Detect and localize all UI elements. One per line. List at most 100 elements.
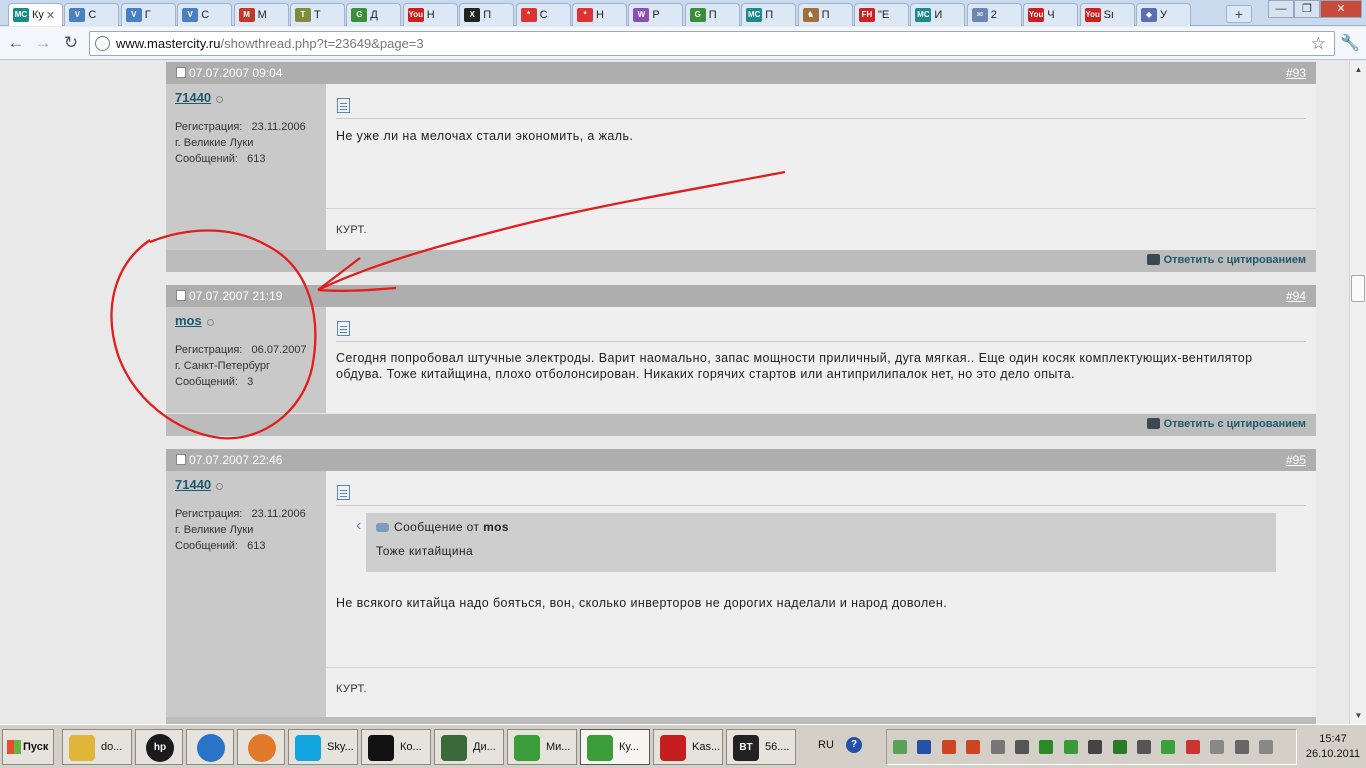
scroll-down-icon[interactable]: ▼	[1351, 708, 1366, 723]
taskbar-button-hp[interactable]: hp	[135, 729, 183, 765]
tab-10[interactable]: * Н	[572, 3, 627, 26]
post-number-link[interactable]: #95	[1286, 449, 1306, 471]
tab-favicon-icon: *	[520, 8, 537, 22]
tray-icon-13[interactable]	[1210, 740, 1225, 754]
tab-favicon-icon: V	[125, 8, 142, 22]
tray-icon-10[interactable]	[1137, 740, 1151, 754]
start-button[interactable]: Пуск	[2, 729, 54, 765]
tab-0[interactable]: MC Ку ✕	[8, 3, 63, 26]
tab-9[interactable]: * С	[515, 3, 571, 26]
tray-icon-6[interactable]	[1039, 740, 1054, 754]
maximize-button[interactable]: ❐	[1294, 0, 1320, 18]
user-info: 71440 Регистрация: 23.11.2006 г. Великие…	[166, 84, 326, 250]
help-icon[interactable]: ?	[846, 737, 862, 753]
taskbar-button-skype[interactable]: Sky...	[288, 729, 358, 765]
tab-3[interactable]: VС	[177, 3, 233, 26]
scroll-thumb[interactable]	[1351, 275, 1365, 302]
tray-icon-4[interactable]	[990, 740, 1005, 754]
tab-11[interactable]: WР	[628, 3, 684, 26]
tray-icon-14[interactable]	[1234, 740, 1249, 754]
tab-13[interactable]: MC П	[741, 3, 797, 26]
address-bar[interactable]: ◌ www.mastercity.ru/showthread.php?t=236…	[89, 31, 1335, 56]
tab-8[interactable]: XП	[459, 3, 515, 26]
tray-icon-1[interactable]	[917, 740, 932, 754]
tray-icon-2[interactable]	[941, 740, 956, 754]
tray-icon-3[interactable]	[966, 740, 981, 754]
reply-with-quote-button[interactable]: Ответить с цитированием	[1146, 417, 1306, 430]
tab-19[interactable]: You Sı	[1079, 3, 1135, 26]
wrench-icon[interactable]: 🔧	[1340, 33, 1360, 53]
post-status-icon	[176, 454, 186, 466]
close-window-button[interactable]: ✕	[1320, 0, 1362, 18]
minimize-button[interactable]: —	[1268, 0, 1294, 18]
msgs-label: Сообщений:	[175, 376, 238, 388]
taskbar-button-monitor[interactable]: Ди...	[434, 729, 504, 765]
post-header: 07.07.2007 22:46 #95	[166, 449, 1316, 471]
tab-15[interactable]: FH "Е	[854, 3, 909, 26]
clock-time: 15:47	[1319, 733, 1347, 745]
tab-title: Н	[426, 9, 435, 21]
taskbar-button-cmd[interactable]: Ко...	[361, 729, 431, 765]
language-indicator[interactable]: RU	[818, 739, 834, 751]
post-header: 07.07.2007 21:19 #94	[166, 285, 1316, 307]
tab-20[interactable]: ◆ У	[1136, 3, 1191, 26]
tab-14[interactable]: ♞ П	[797, 3, 853, 26]
tray-icon-5[interactable]	[1015, 740, 1029, 754]
tab-7[interactable]: You Н	[402, 3, 458, 26]
tab-18[interactable]: You Ч	[1023, 3, 1079, 26]
tab-favicon-icon: You	[407, 8, 424, 22]
tab-favicon-icon: FH	[859, 8, 875, 22]
tray-icon-8[interactable]	[1088, 740, 1103, 754]
tab-5[interactable]: TТ	[290, 3, 345, 26]
tab-1[interactable]: VС	[64, 3, 120, 26]
bookmark-star-icon[interactable]: ☆	[1311, 32, 1326, 55]
post-signature: КУРТ.	[336, 683, 367, 695]
forward-icon[interactable]: →	[32, 32, 54, 54]
taskbar-button-media[interactable]	[237, 729, 285, 765]
tab-favicon-icon: V	[182, 8, 199, 22]
tab-title: Г	[144, 9, 151, 21]
new-tab-button[interactable]: +	[1226, 5, 1252, 23]
back-icon[interactable]: ←	[5, 32, 27, 54]
taskbar-button-folder[interactable]: do...	[62, 729, 132, 765]
tray-icon-11[interactable]	[1161, 740, 1176, 754]
taskbar-button-kaspersky[interactable]: Kas...	[653, 729, 723, 765]
vertical-scrollbar[interactable]: ▲ ▼	[1349, 61, 1366, 724]
taskbar-button-label: 56....	[765, 741, 790, 753]
quote-author: mos	[483, 520, 509, 534]
tray-icon-0[interactable]	[893, 740, 907, 754]
post-number-link[interactable]: #94	[1286, 285, 1306, 307]
tab-6[interactable]: GД	[346, 3, 402, 26]
tab-17[interactable]: ✉ 2	[966, 3, 1022, 26]
username-link[interactable]: 71440	[175, 477, 211, 492]
tray-icon-15[interactable]	[1259, 740, 1273, 754]
taskbar-button-ie[interactable]	[186, 729, 234, 765]
post-number-link[interactable]: #93	[1286, 62, 1306, 84]
username-link[interactable]: 71440	[175, 90, 211, 105]
taskbar-button-chrome[interactable]: Ми...	[507, 729, 577, 765]
taskbar-button-chrome[interactable]: Ку...	[580, 729, 650, 765]
tab-favicon-icon: G	[689, 8, 706, 22]
tab-favicon-icon: M	[238, 8, 255, 22]
scroll-up-icon[interactable]: ▲	[1351, 62, 1366, 77]
tab-close-icon[interactable]: ✕	[46, 9, 55, 22]
tab-favicon-icon: T	[295, 8, 311, 22]
msgs-count: 3	[247, 376, 254, 388]
tab-title: П	[708, 9, 717, 21]
tab-4[interactable]: MМ	[233, 3, 289, 26]
reply-with-quote-button[interactable]: Ответить с цитированием	[1146, 253, 1306, 266]
clock[interactable]: 15:47 26.10.2011	[1303, 732, 1363, 762]
tab-16[interactable]: MC И	[910, 3, 966, 26]
post-body: ‹ Сообщение от mos Тоже китайщина Не вся…	[326, 471, 1316, 717]
windows-flag-icon	[7, 740, 21, 755]
tab-title: Р	[652, 9, 660, 21]
tray-icon-9[interactable]	[1112, 740, 1127, 754]
tray-icon-12[interactable]	[1185, 740, 1200, 754]
tray-icon-7[interactable]	[1063, 740, 1078, 754]
reload-icon[interactable]: ↻	[60, 32, 82, 54]
taskbar-button-bt[interactable]: BT 56....	[726, 729, 796, 765]
post-icon	[337, 321, 350, 336]
tab-12[interactable]: GП	[684, 3, 740, 26]
tab-2[interactable]: VГ	[120, 3, 176, 26]
username-link[interactable]: mos	[175, 313, 202, 328]
